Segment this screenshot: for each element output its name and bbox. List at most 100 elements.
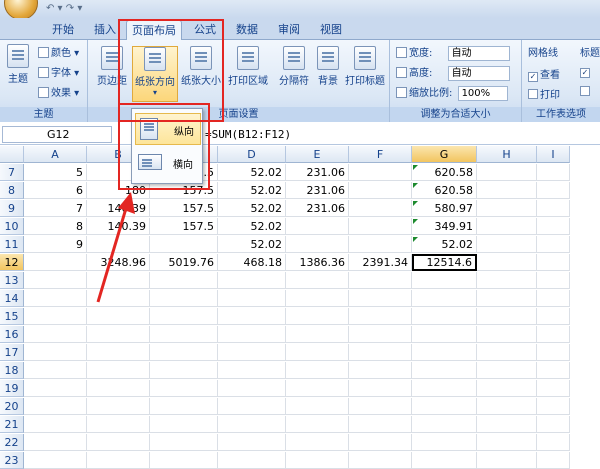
cell[interactable] — [24, 434, 87, 451]
cell[interactable] — [218, 326, 286, 343]
tab-home[interactable]: 开始 — [44, 20, 82, 40]
cell[interactable] — [537, 452, 570, 469]
cell[interactable] — [477, 362, 537, 379]
cell[interactable]: 6 — [24, 182, 87, 199]
cell[interactable] — [24, 344, 87, 361]
cell[interactable]: 1386.36 — [286, 254, 349, 271]
theme-button[interactable]: 主题 — [3, 44, 33, 85]
office-button[interactable] — [4, 0, 38, 20]
cell[interactable] — [412, 362, 477, 379]
cell[interactable] — [286, 326, 349, 343]
name-box[interactable]: G12 — [2, 126, 112, 143]
cell[interactable] — [150, 416, 218, 433]
column-header[interactable]: E — [286, 146, 349, 163]
cell[interactable]: 140.39 — [87, 218, 150, 235]
cell[interactable] — [477, 182, 537, 199]
cell[interactable] — [537, 344, 570, 361]
cell[interactable] — [87, 398, 150, 415]
cell[interactable]: 8 — [24, 218, 87, 235]
row-header[interactable]: 20 — [0, 398, 24, 415]
cell[interactable] — [150, 380, 218, 397]
formula-input[interactable]: =SUM(B12:F12) — [205, 128, 291, 141]
cell[interactable] — [24, 362, 87, 379]
cell[interactable] — [286, 272, 349, 289]
cell[interactable] — [412, 380, 477, 397]
cell[interactable] — [286, 236, 349, 253]
row-header[interactable]: 16 — [0, 326, 24, 343]
cell[interactable]: 349.91 — [412, 218, 477, 235]
cell[interactable] — [537, 272, 570, 289]
cell[interactable] — [412, 344, 477, 361]
cell[interactable]: 140.39 — [87, 200, 150, 217]
cell[interactable] — [87, 380, 150, 397]
column-header[interactable]: F — [349, 146, 412, 163]
cell[interactable]: 468.18 — [218, 254, 286, 271]
cell[interactable] — [477, 218, 537, 235]
cell[interactable] — [150, 398, 218, 415]
cell[interactable] — [477, 200, 537, 217]
cell[interactable] — [24, 398, 87, 415]
cell[interactable] — [24, 290, 87, 307]
gridlines-view-checkbox[interactable]: ✓ 查看 — [528, 66, 560, 82]
row-header[interactable]: 18 — [0, 362, 24, 379]
cell[interactable] — [537, 218, 570, 235]
row-header[interactable]: 9 — [0, 200, 24, 217]
row-header[interactable]: 22 — [0, 434, 24, 451]
cell[interactable] — [87, 434, 150, 451]
cell[interactable]: 7 — [24, 200, 87, 217]
cell[interactable]: 2391.34 — [349, 254, 412, 271]
cell[interactable] — [477, 308, 537, 325]
cell[interactable]: 52.02 — [218, 182, 286, 199]
cell[interactable] — [537, 380, 570, 397]
cell[interactable] — [412, 416, 477, 433]
height-select[interactable]: 自动 — [447, 65, 510, 81]
cell[interactable]: 580.97 — [412, 200, 477, 217]
cell[interactable] — [87, 362, 150, 379]
cell[interactable] — [218, 434, 286, 451]
cell[interactable] — [150, 236, 218, 253]
tab-data[interactable]: 数据 — [228, 20, 266, 40]
row-header[interactable]: 11 — [0, 236, 24, 253]
cell[interactable] — [477, 236, 537, 253]
cell[interactable]: 52.02 — [218, 164, 286, 181]
cell[interactable]: 5019.76 — [150, 254, 218, 271]
cell[interactable] — [286, 380, 349, 397]
cell[interactable] — [286, 290, 349, 307]
cell[interactable] — [218, 344, 286, 361]
row-header[interactable]: 19 — [0, 380, 24, 397]
row-header[interactable]: 17 — [0, 344, 24, 361]
cell[interactable] — [477, 398, 537, 415]
tab-view[interactable]: 视图 — [312, 20, 350, 40]
breaks-button[interactable]: 分隔符 — [274, 46, 314, 87]
row-header[interactable]: 12 — [0, 254, 24, 271]
cell[interactable] — [218, 380, 286, 397]
column-header[interactable]: D — [218, 146, 286, 163]
cell[interactable] — [218, 272, 286, 289]
cell[interactable] — [286, 344, 349, 361]
cell[interactable] — [150, 326, 218, 343]
cell[interactable] — [87, 308, 150, 325]
cell[interactable] — [349, 452, 412, 469]
colors-button[interactable]: 颜色 ▾ — [38, 44, 79, 59]
cell[interactable] — [87, 344, 150, 361]
cell[interactable] — [286, 452, 349, 469]
cell[interactable] — [349, 398, 412, 415]
cell[interactable] — [286, 308, 349, 325]
cell[interactable] — [537, 308, 570, 325]
cell[interactable] — [412, 326, 477, 343]
cell[interactable]: 5 — [24, 164, 87, 181]
cell[interactable]: 52.02 — [218, 218, 286, 235]
cell[interactable] — [349, 344, 412, 361]
cell[interactable]: 12514.6 — [412, 254, 477, 271]
cell[interactable] — [412, 398, 477, 415]
row-header[interactable]: 15 — [0, 308, 24, 325]
row-header[interactable]: 7 — [0, 164, 24, 181]
cell[interactable]: 52.02 — [218, 200, 286, 217]
cell[interactable] — [477, 452, 537, 469]
cell[interactable] — [477, 434, 537, 451]
cell[interactable] — [349, 326, 412, 343]
cell[interactable] — [537, 254, 570, 271]
column-header[interactable]: I — [537, 146, 570, 163]
cell[interactable] — [412, 290, 477, 307]
cell[interactable] — [286, 218, 349, 235]
